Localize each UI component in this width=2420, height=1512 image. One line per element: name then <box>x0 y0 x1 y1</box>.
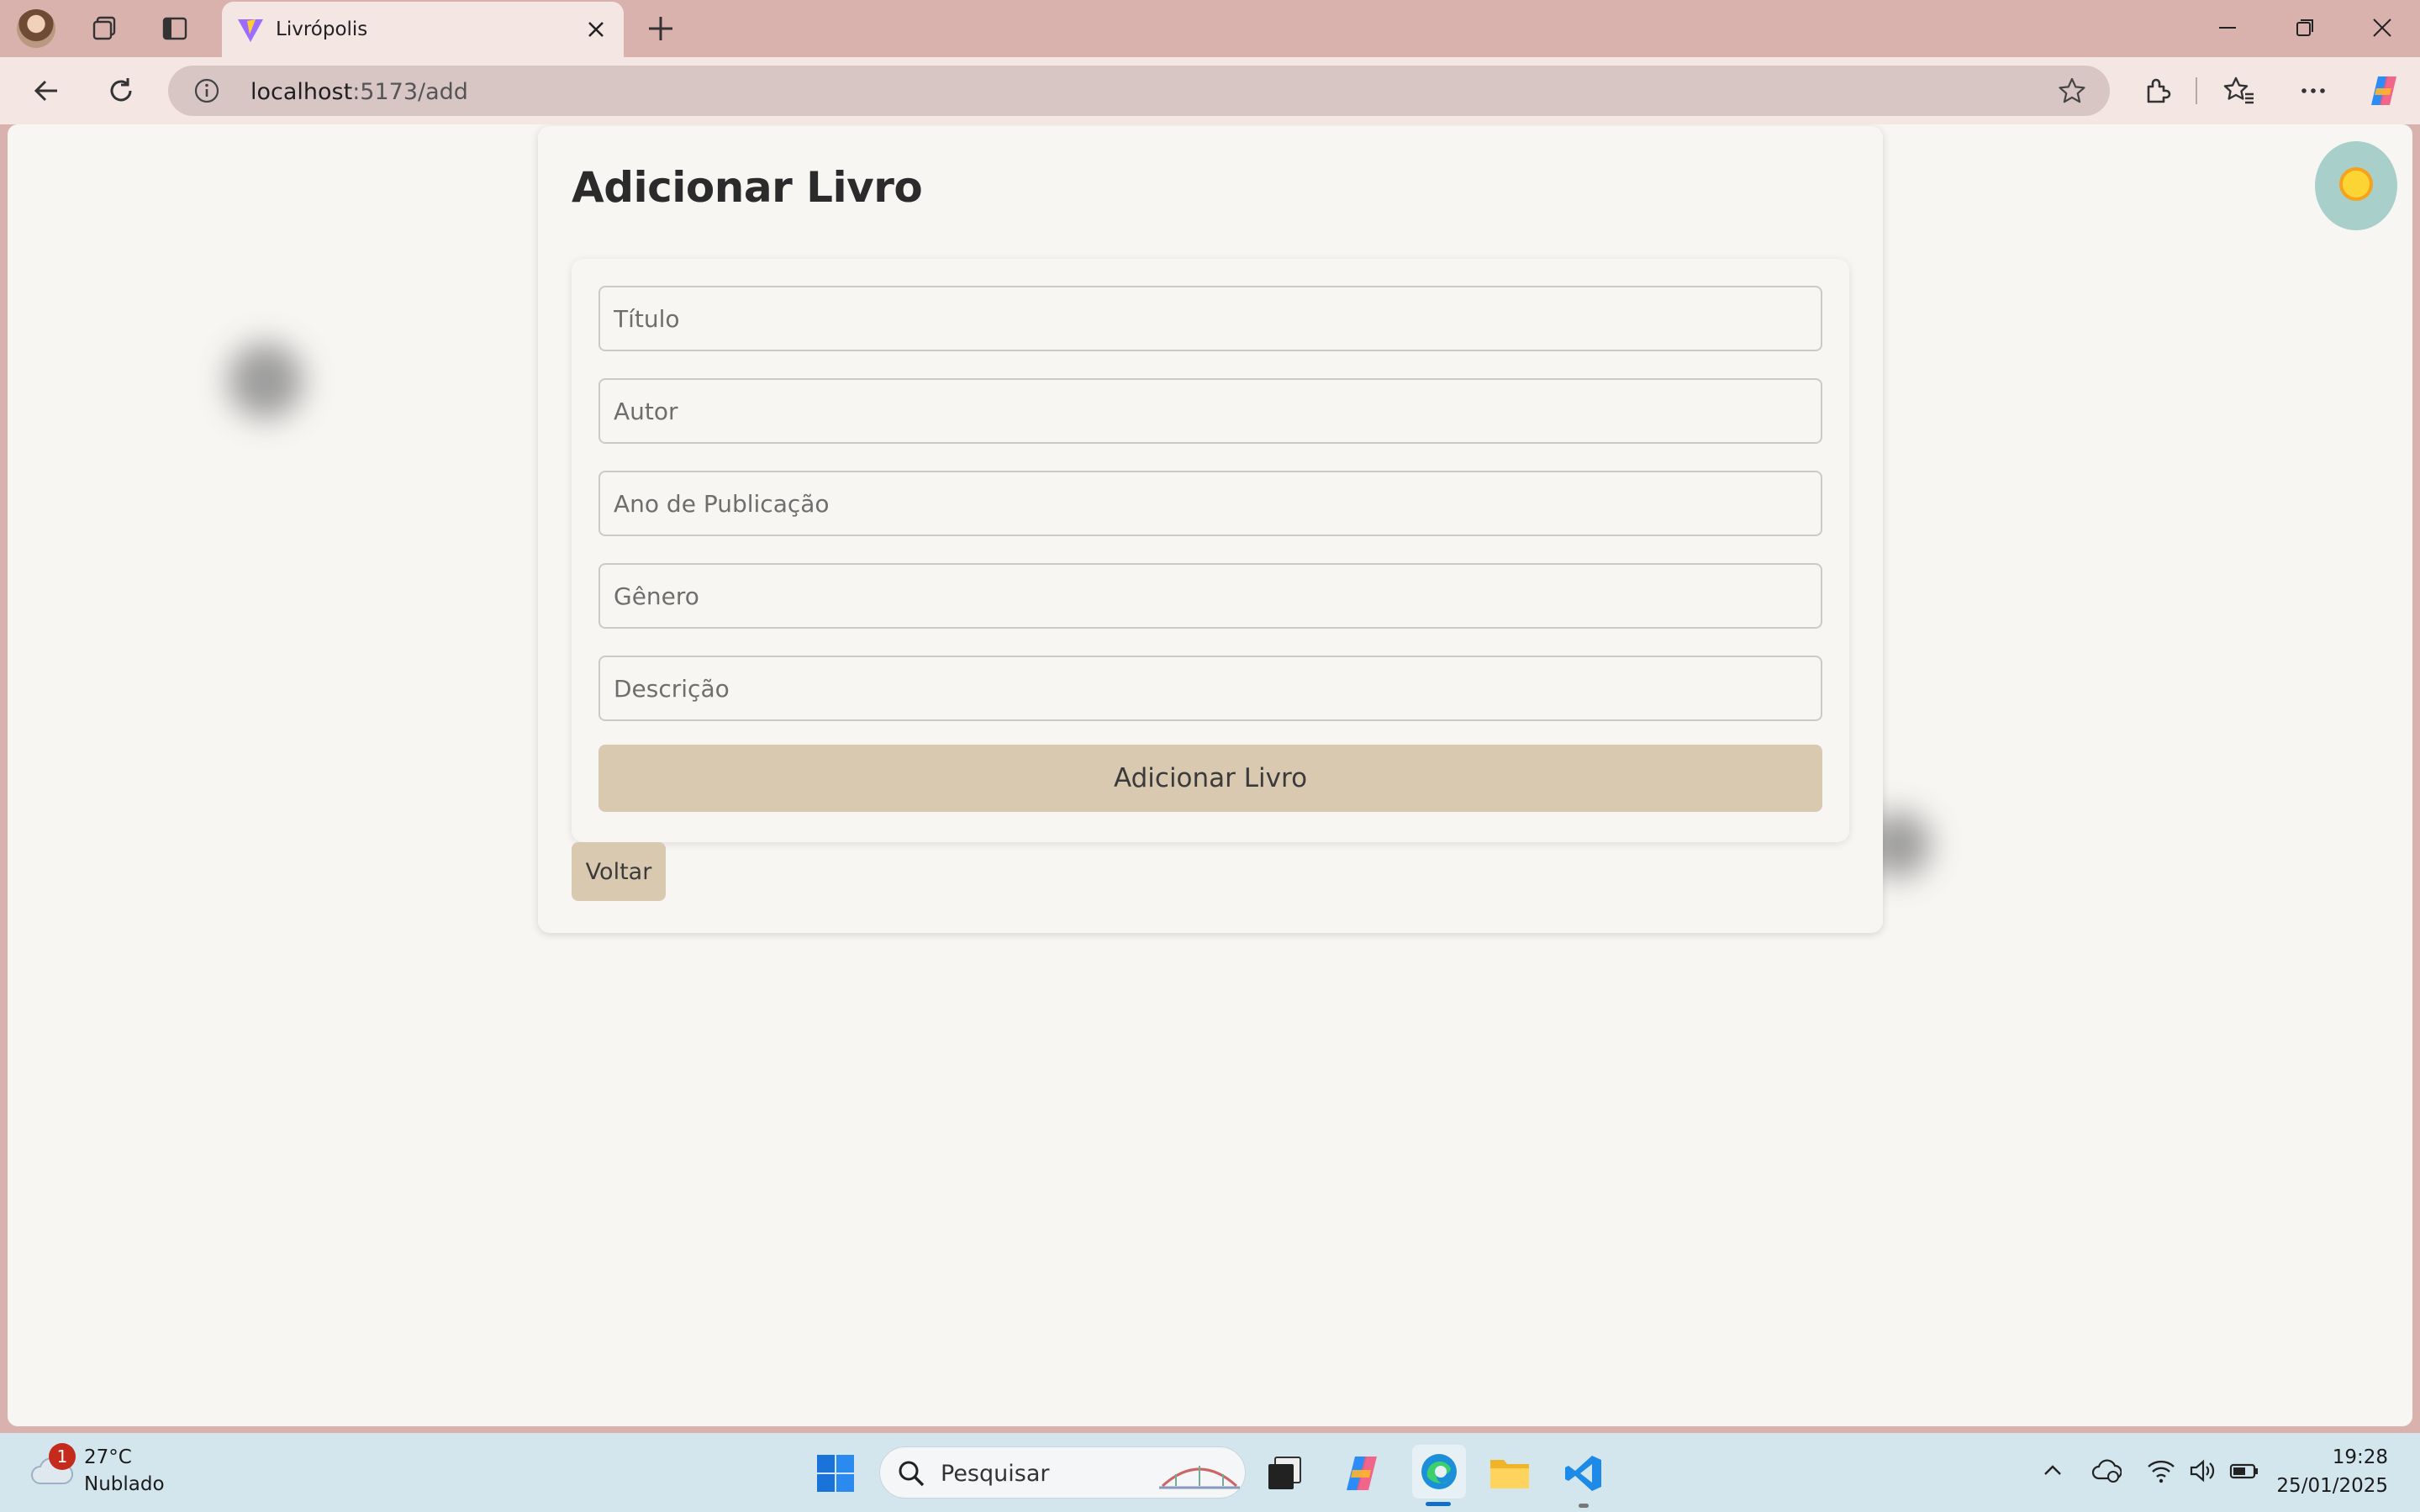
year-input[interactable] <box>598 471 1822 536</box>
profile-avatar[interactable] <box>17 9 55 48</box>
add-book-form: Adicionar Livro <box>572 259 1849 842</box>
tab-title: Livrópolis <box>276 18 368 40</box>
chevron-up-icon[interactable] <box>2041 1458 2064 1485</box>
restore-icon[interactable] <box>2266 0 2344 55</box>
title-input[interactable] <box>598 286 1822 351</box>
weather-condition[interactable]: Nublado <box>84 1473 165 1495</box>
bridge-highlight-icon <box>1159 1452 1240 1498</box>
address-host: localhost <box>250 79 353 105</box>
toolbar-divider <box>2196 77 2197 104</box>
clock-date[interactable]: 25/01/2025 <box>2276 1475 2388 1497</box>
battery-icon[interactable] <box>2229 1458 2259 1487</box>
volume-icon[interactable] <box>2189 1458 2217 1487</box>
address-text: localhost:5173/add <box>250 79 468 105</box>
description-input[interactable] <box>598 656 1822 721</box>
cloud-sync-icon[interactable] <box>2091 1458 2122 1487</box>
workspaces-icon[interactable] <box>84 8 124 49</box>
page-viewport: Adicionar Livro Adicionar Livro Voltar <box>8 124 2412 1426</box>
theme-toggle-button[interactable] <box>2315 141 2397 230</box>
vite-logo-icon <box>237 18 264 46</box>
taskbar-search[interactable]: Pesquisar <box>879 1446 1246 1499</box>
copilot-icon[interactable] <box>2364 71 2404 111</box>
wifi-icon[interactable] <box>2147 1458 2175 1487</box>
search-placeholder: Pesquisar <box>941 1461 1050 1487</box>
window-close-icon[interactable] <box>2344 0 2420 55</box>
add-book-card: Adicionar Livro Adicionar Livro Voltar <box>538 126 1883 933</box>
search-icon <box>897 1459 925 1491</box>
genre-input[interactable] <box>598 563 1822 629</box>
file-explorer-icon[interactable] <box>1486 1450 1533 1497</box>
star-icon[interactable] <box>2058 76 2086 108</box>
decorative-blur <box>228 343 303 419</box>
tab-actions-icon[interactable] <box>155 8 195 49</box>
more-icon[interactable] <box>2293 71 2333 111</box>
extensions-icon[interactable] <box>2137 71 2177 111</box>
windows-start-icon[interactable] <box>812 1450 859 1497</box>
edge-icon[interactable] <box>1412 1445 1466 1499</box>
copilot-taskbar-icon[interactable] <box>1338 1450 1385 1497</box>
add-book-button[interactable]: Adicionar Livro <box>598 745 1822 812</box>
back-arrow-icon[interactable] <box>27 71 67 111</box>
taskbar: 1 27°C Nublado Pesquisar 19:28 25/01/202… <box>0 1433 2420 1512</box>
vscode-icon[interactable] <box>1560 1450 1607 1497</box>
plus-icon[interactable] <box>642 10 679 50</box>
browser-toolbar: localhost:5173/add <box>0 57 2420 124</box>
refresh-icon[interactable] <box>101 71 141 111</box>
address-bar[interactable]: localhost:5173/add <box>168 66 2110 116</box>
minimize-icon[interactable] <box>2189 0 2266 55</box>
address-path: :5173/add <box>352 79 468 105</box>
tab-strip: Livrópolis <box>0 0 2420 57</box>
sun-icon <box>2335 163 2377 208</box>
favorites-icon[interactable] <box>2219 71 2259 111</box>
close-icon[interactable] <box>585 18 607 44</box>
back-button[interactable]: Voltar <box>572 842 666 901</box>
clock-time[interactable]: 19:28 <box>2333 1446 2388 1468</box>
active-tab[interactable]: Livrópolis <box>222 2 624 57</box>
info-icon[interactable] <box>193 77 220 108</box>
task-view-icon[interactable] <box>1261 1450 1308 1497</box>
weather-badge: 1 <box>49 1443 76 1470</box>
edge-active-indicator <box>1426 1502 1451 1506</box>
weather-temperature[interactable]: 27°C <box>84 1446 132 1468</box>
author-input[interactable] <box>598 378 1822 444</box>
page-title: Adicionar Livro <box>572 163 923 212</box>
vscode-running-indicator <box>1579 1504 1589 1508</box>
